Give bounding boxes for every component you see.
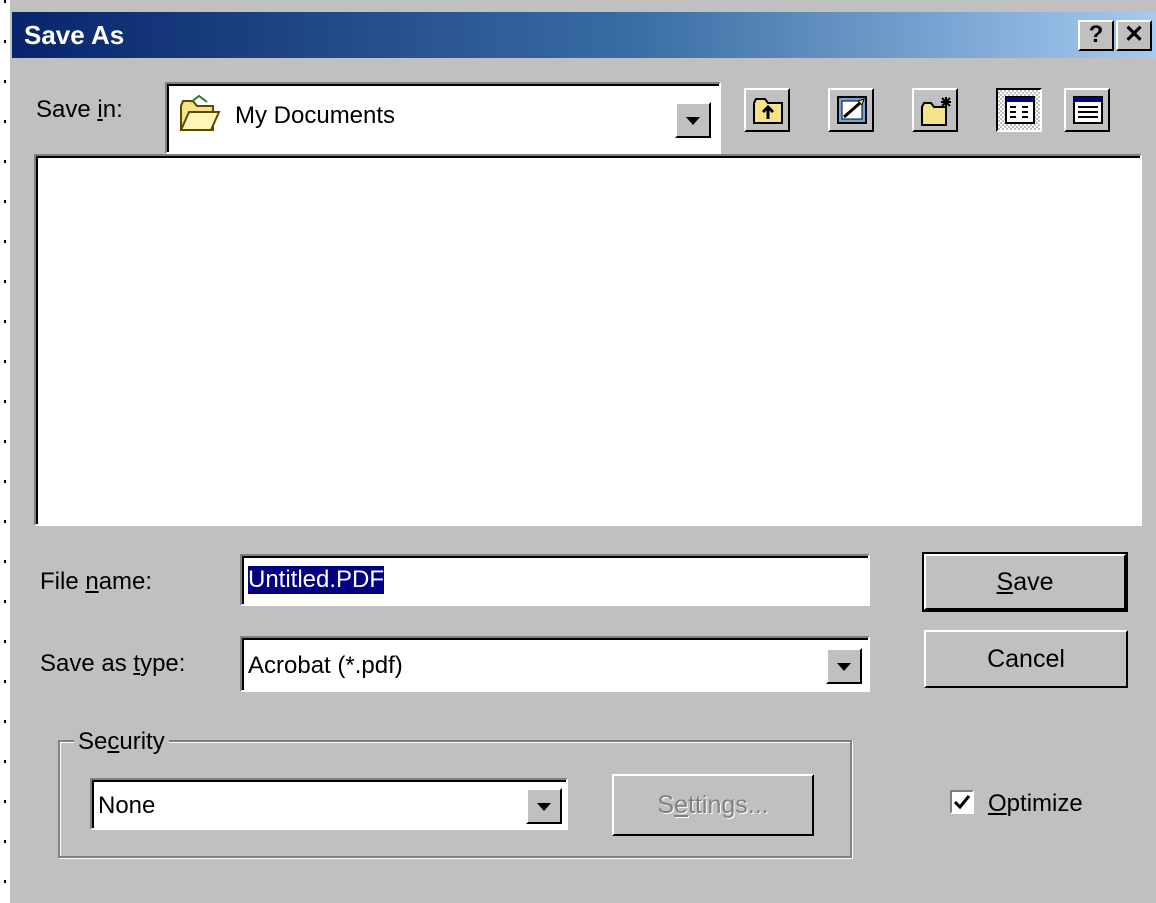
settings-button-accel: e (674, 791, 688, 819)
chevron-down-icon (537, 803, 551, 811)
cancel-button[interactable]: Cancel (924, 630, 1128, 688)
settings-button[interactable]: Settings... (612, 774, 814, 836)
security-legend-accel: c (107, 728, 120, 755)
save-button-label: ave (1013, 568, 1054, 596)
save-as-type-label: Save as type: (40, 650, 185, 678)
optimize-label[interactable]: Optimize (988, 790, 1083, 818)
save-in-value: My Documents (235, 102, 396, 129)
save-as-type-dropdown-button[interactable] (826, 648, 862, 684)
chevron-down-icon (686, 117, 700, 125)
security-dropdown[interactable]: None (90, 778, 568, 830)
file-name-label-accel: n (85, 568, 99, 595)
background-edge (0, 0, 10, 903)
save-as-type-label-tail: ype: (140, 650, 186, 677)
security-value: None (98, 792, 156, 819)
save-in-dropdown-button[interactable] (675, 102, 711, 138)
save-as-type-value: Acrobat (*.pdf) (248, 652, 403, 679)
save-in-dropdown[interactable]: My Documents (165, 82, 721, 154)
chevron-down-icon (837, 663, 851, 671)
file-name-label-tail: ame: (98, 568, 153, 595)
list-view-button[interactable] (996, 88, 1042, 132)
save-button[interactable]: Save (922, 552, 1128, 612)
window-title: Save As (24, 20, 125, 50)
security-legend: Security (74, 728, 169, 756)
optimize-label-accel: O (988, 790, 1007, 817)
close-button[interactable]: ✕ (1116, 20, 1152, 51)
save-in-label: Save in: (36, 96, 123, 124)
file-list[interactable] (34, 154, 1142, 526)
file-name-label-text: File (40, 568, 86, 595)
security-legend-text: Se (78, 728, 108, 755)
save-button-accel: S (996, 568, 1014, 596)
desktop-button[interactable] (828, 88, 874, 132)
help-button[interactable]: ? (1078, 20, 1114, 51)
save-as-dialog: Save As ? ✕ Save in: My Documents File n… (12, 12, 1156, 903)
optimize-checkbox[interactable] (950, 790, 974, 814)
save-in-label-text: Save (36, 96, 98, 123)
open-folder-icon (177, 94, 221, 139)
title-bar[interactable]: Save As ? ✕ (12, 12, 1156, 58)
optimize-label-text: ptimize (1006, 790, 1083, 817)
security-legend-tail: urity (119, 728, 165, 755)
security-dropdown-button[interactable] (526, 788, 562, 824)
save-as-type-dropdown[interactable]: Acrobat (*.pdf) (240, 636, 870, 692)
details-view-button[interactable] (1064, 88, 1110, 132)
file-name-label: File name: (40, 568, 152, 596)
save-in-label-tail: n: (102, 96, 123, 123)
file-name-input[interactable]: Untitled.PDF (240, 554, 870, 606)
save-as-type-label-text: Save as (40, 650, 134, 677)
up-one-level-button[interactable] (744, 88, 790, 132)
new-folder-button[interactable] (912, 88, 958, 132)
settings-button-text: S (657, 791, 675, 819)
settings-button-tail: ttings... (688, 791, 769, 819)
file-name-value: Untitled.PDF (246, 565, 386, 595)
